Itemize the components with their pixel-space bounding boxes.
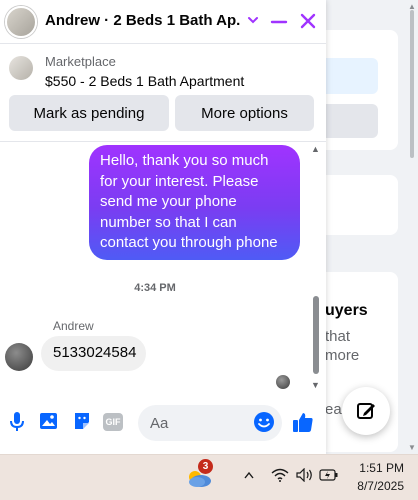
minimize-icon[interactable] [270, 13, 288, 31]
new-message-button[interactable] [342, 387, 390, 435]
marketplace-label: Marketplace [45, 54, 116, 69]
scroll-up-icon[interactable]: ▲ [311, 144, 320, 154]
message-line: send me your phone [100, 193, 237, 210]
listing-title: $550 - 2 Beds 1 Bath Apartment [45, 73, 245, 89]
background-button[interactable] [320, 58, 378, 94]
battery-icon[interactable] [319, 469, 339, 481]
message-line: contact you through phone [100, 234, 278, 251]
message-input[interactable]: Aa [138, 405, 282, 441]
scroll-thumb[interactable] [313, 296, 319, 374]
page-scrollbar[interactable]: ▲ ▼ [406, 0, 418, 454]
marketplace-listing[interactable]: Marketplace $550 - 2 Beds 1 Bath Apartme… [0, 50, 326, 94]
message-line: for your interest. Please [100, 172, 259, 190]
chat-header[interactable]: Andrew · 2 Beds 1 Bath Ap... [0, 0, 326, 44]
chevron-up-icon[interactable] [243, 470, 255, 480]
sender-name: Andrew [53, 319, 94, 333]
seen-indicator-avatar [276, 375, 290, 389]
divider [0, 141, 326, 142]
gif-button[interactable]: GIF [103, 413, 123, 431]
message-line: Hello, thank you so much [100, 152, 269, 169]
outgoing-message[interactable]: Hello, thank you so much for your intere… [89, 145, 300, 260]
more-options-button[interactable]: More options [175, 95, 314, 131]
conversation-avatar[interactable] [5, 6, 37, 38]
photo-icon[interactable] [39, 411, 59, 431]
wifi-icon[interactable] [271, 468, 289, 482]
input-placeholder: Aa [150, 415, 169, 432]
chat-window: Andrew · 2 Beds 1 Bath Ap... Marketplace… [0, 0, 326, 454]
message-line: number so that I can [100, 213, 237, 231]
background-button[interactable] [320, 104, 378, 138]
message-composer: GIF Aa [0, 400, 326, 446]
background-text: that [325, 328, 351, 345]
listing-thumbnail [9, 56, 33, 80]
scroll-down-icon[interactable]: ▼ [408, 443, 416, 452]
emoji-icon[interactable] [253, 411, 275, 433]
sticker-icon[interactable] [72, 411, 92, 431]
volume-icon[interactable] [296, 468, 314, 482]
background-heading: uyers [325, 302, 368, 319]
chat-scrollbar[interactable]: ▲ ▼ [310, 144, 322, 392]
clock-time[interactable]: 1:51 PM [356, 461, 404, 475]
message-timestamp: 4:34 PM [134, 282, 176, 294]
close-icon[interactable] [298, 11, 318, 31]
scroll-down-icon[interactable]: ▼ [311, 380, 320, 390]
mark-as-pending-button[interactable]: Mark as pending [9, 95, 169, 131]
microphone-icon[interactable] [9, 411, 25, 433]
chevron-down-icon[interactable] [246, 13, 260, 27]
incoming-message[interactable]: 5133024584 [41, 336, 146, 371]
compose-icon [357, 403, 375, 419]
scroll-thumb[interactable] [410, 10, 414, 158]
conversation-title[interactable]: Andrew · 2 Beds 1 Bath Ap... [45, 12, 241, 29]
background-text: more [325, 347, 360, 364]
sender-avatar[interactable] [5, 343, 33, 371]
notification-badge: 3 [198, 459, 213, 474]
like-icon[interactable] [292, 411, 314, 433]
clock-date[interactable]: 8/7/2025 [352, 479, 404, 493]
